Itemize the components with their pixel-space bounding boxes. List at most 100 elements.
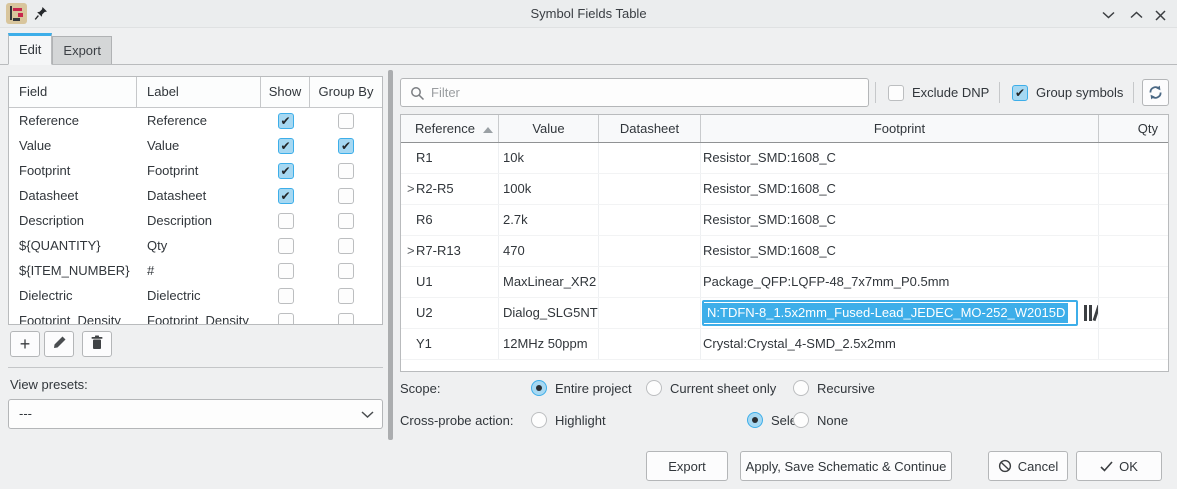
show-checkbox[interactable] (278, 213, 294, 229)
tab-edit[interactable]: Edit (8, 33, 52, 65)
check-icon (1100, 461, 1113, 472)
table-row[interactable]: >R7-R13 470 Resistor_SMD:1608_C (401, 236, 1168, 267)
radio-icon[interactable] (793, 412, 809, 428)
window-shade-button[interactable] (1098, 5, 1118, 25)
scope-current-sheet-only[interactable]: Current sheet only (646, 378, 776, 398)
field-name: Dielectric (9, 288, 137, 303)
field-row[interactable]: ${QUANTITY} Qty (9, 233, 382, 258)
field-row[interactable]: Footprint Footprint (9, 158, 382, 183)
col-header-datasheet[interactable]: Datasheet (599, 115, 701, 142)
group-symbols-option[interactable]: Group symbols (1012, 80, 1123, 105)
groupby-checkbox[interactable] (338, 313, 354, 326)
table-row[interactable]: U2 Dialog_SLG5NT N:TDFN-8_1.5x2mm_Fused-… (401, 298, 1168, 329)
exclude-dnp-checkbox[interactable] (888, 85, 904, 101)
field-row[interactable]: Footprint_Density Footprint_Density (9, 308, 382, 325)
show-checkbox[interactable] (278, 313, 294, 326)
view-presets-label: View presets: (10, 377, 88, 392)
footprint-cell: Resistor_SMD:1608_C (701, 205, 1099, 235)
field-label: Dielectric (137, 288, 261, 303)
field-label: Reference (137, 113, 261, 128)
value-cell: 470 (499, 236, 599, 266)
refresh-button[interactable] (1142, 79, 1169, 106)
window-maximize-button[interactable] (1126, 5, 1146, 25)
show-checkbox[interactable] (278, 163, 294, 179)
add-field-button[interactable]: + (10, 331, 40, 357)
groupby-checkbox[interactable] (338, 213, 354, 229)
groupby-checkbox[interactable] (338, 238, 354, 254)
export-button[interactable]: Export (646, 451, 728, 481)
cross-probe-highlight[interactable]: Highlight (531, 410, 606, 430)
show-checkbox[interactable] (278, 238, 294, 254)
radio-icon[interactable] (646, 380, 662, 396)
show-checkbox[interactable] (278, 113, 294, 129)
view-presets-select[interactable]: --- (8, 399, 383, 429)
radio-icon[interactable] (531, 380, 547, 396)
show-checkbox[interactable] (278, 188, 294, 204)
delete-field-button[interactable] (82, 331, 112, 357)
datasheet-cell (599, 143, 701, 173)
groupby-checkbox[interactable] (338, 113, 354, 129)
scope-entire-project[interactable]: Entire project (531, 378, 632, 398)
field-row[interactable]: Dielectric Dielectric (9, 283, 382, 308)
field-row[interactable]: Description Description (9, 208, 382, 233)
groupby-checkbox[interactable] (338, 163, 354, 179)
scope-recursive[interactable]: Recursive (793, 378, 875, 398)
value-cell: 12MHz 50ppm (499, 329, 599, 359)
radio-icon[interactable] (531, 412, 547, 428)
field-row[interactable]: Datasheet Datasheet (9, 183, 382, 208)
field-name: Description (9, 213, 137, 228)
cross-probe-none[interactable]: None (793, 410, 848, 430)
filter-field (400, 78, 869, 107)
filter-input[interactable] (431, 80, 861, 105)
table-row[interactable]: >R2-R5 100k Resistor_SMD:1608_C (401, 174, 1168, 205)
group-symbols-checkbox[interactable] (1012, 85, 1028, 101)
field-name: ${QUANTITY} (9, 238, 137, 253)
show-checkbox[interactable] (278, 288, 294, 304)
qty-cell (1099, 267, 1168, 297)
field-row[interactable]: ${ITEM_NUMBER} # (9, 258, 382, 283)
symbols-table-header: Reference Value Datasheet Footprint Qty (401, 115, 1168, 143)
table-row[interactable]: R6 2.7k Resistor_SMD:1608_C (401, 205, 1168, 236)
show-checkbox[interactable] (278, 263, 294, 279)
table-row[interactable]: Y1 12MHz 50ppm Crystal:Crystal_4-SMD_2.5… (401, 329, 1168, 360)
tab-bar: Edit Export (0, 29, 1177, 65)
edit-field-button[interactable] (44, 331, 74, 357)
radio-icon[interactable] (793, 380, 809, 396)
library-browse-icon[interactable] (1084, 305, 1099, 322)
field-row[interactable]: Reference Reference (9, 108, 382, 133)
field-name: Value (9, 138, 137, 153)
value-cell: 100k (499, 174, 599, 204)
col-header-value[interactable]: Value (499, 115, 599, 142)
chevron-down-icon (361, 408, 374, 421)
footprint-edit-input[interactable]: N:TDFN-8_1.5x2mm_Fused-Lead_JEDEC_MO-252… (702, 300, 1078, 326)
group-expander[interactable]: > (407, 174, 416, 204)
field-name: Footprint (9, 163, 137, 178)
selected-text: N:TDFN-8_1.5x2mm_Fused-Lead_JEDEC_MO-252… (704, 303, 1068, 323)
window-close-button[interactable] (1150, 5, 1170, 25)
apply-save-continue-button[interactable]: Apply, Save Schematic & Continue (740, 451, 952, 481)
groupby-checkbox[interactable] (338, 188, 354, 204)
panel-splitter[interactable] (388, 70, 393, 440)
exclude-dnp-label: Exclude DNP (912, 85, 989, 100)
sort-ascending-icon (483, 127, 493, 133)
col-header-qty[interactable]: Qty (1099, 115, 1168, 142)
ok-button[interactable]: OK (1076, 451, 1162, 481)
group-expander[interactable]: > (407, 236, 416, 266)
col-header-footprint[interactable]: Footprint (701, 115, 1099, 142)
cancel-button[interactable]: Cancel (988, 451, 1068, 481)
groupby-checkbox[interactable] (338, 263, 354, 279)
groupby-checkbox[interactable] (338, 288, 354, 304)
show-checkbox[interactable] (278, 138, 294, 154)
footprint-cell: Resistor_SMD:1608_C (701, 143, 1099, 173)
field-label: Value (137, 138, 261, 153)
radio-icon[interactable] (747, 412, 763, 428)
value-cell: 2.7k (499, 205, 599, 235)
exclude-dnp-option[interactable]: Exclude DNP (888, 80, 989, 105)
col-header-reference[interactable]: Reference (401, 115, 499, 142)
table-row[interactable]: U1 MaxLinear_XR2 Package_QFP:LQFP-48_7x7… (401, 267, 1168, 298)
field-row[interactable]: Value Value (9, 133, 382, 158)
field-name: Reference (9, 113, 137, 128)
table-row[interactable]: R1 10k Resistor_SMD:1608_C (401, 143, 1168, 174)
groupby-checkbox[interactable] (338, 138, 354, 154)
tab-export[interactable]: Export (52, 36, 112, 64)
